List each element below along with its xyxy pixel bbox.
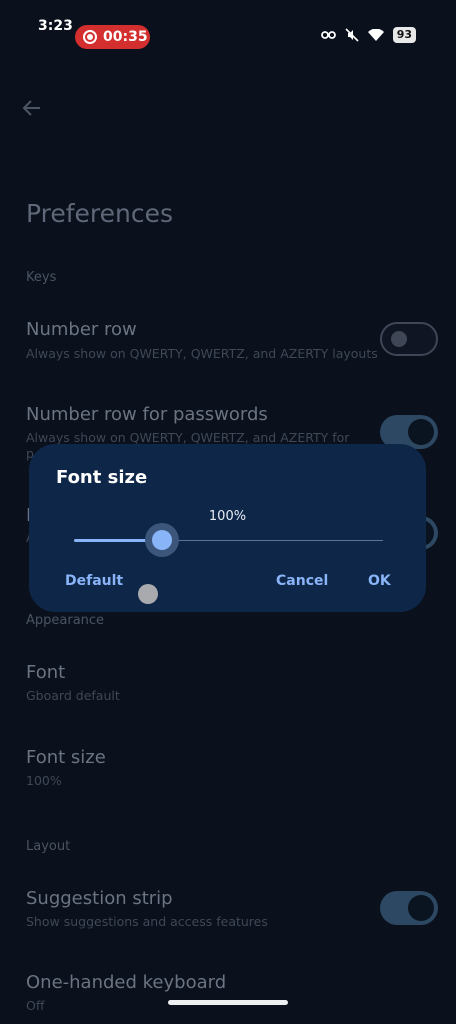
one-handed-subtitle: Off bbox=[26, 998, 45, 1013]
battery-icon: 93 bbox=[392, 27, 416, 43]
one-handed-title[interactable]: One-handed keyboard bbox=[26, 972, 226, 993]
font-title[interactable]: Font bbox=[26, 662, 65, 683]
default-button[interactable]: Default bbox=[65, 573, 123, 589]
screen-recording-indicator[interactable]: 00:35 bbox=[75, 25, 150, 49]
dialog-title: Font size bbox=[56, 467, 148, 488]
back-button[interactable] bbox=[22, 98, 42, 122]
number-row-toggle[interactable] bbox=[380, 322, 438, 356]
number-row-subtitle: Always show on QWERTY, QWERTZ, and AZERT… bbox=[26, 346, 378, 361]
font-size-title[interactable]: Font size bbox=[26, 747, 106, 768]
section-keys: Keys bbox=[26, 270, 57, 285]
recording-timer: 00:35 bbox=[103, 29, 148, 45]
slider-thumb[interactable] bbox=[152, 530, 172, 550]
suggestion-strip-title[interactable]: Suggestion strip bbox=[26, 888, 173, 909]
number-row-passwords-title[interactable]: Number row for passwords bbox=[26, 404, 268, 425]
touch-indicator bbox=[138, 584, 158, 604]
page-title: Preferences bbox=[26, 199, 174, 228]
status-icons: 93 bbox=[320, 27, 416, 43]
slider-value-label: 100% bbox=[208, 509, 247, 524]
font-size-dialog: Font size 100% Default Cancel OK bbox=[29, 444, 426, 612]
slider-track-inactive[interactable] bbox=[162, 540, 383, 541]
wifi-icon bbox=[367, 29, 384, 41]
cancel-button[interactable]: Cancel bbox=[276, 573, 328, 589]
mute-icon bbox=[345, 28, 359, 42]
suggestion-strip-toggle[interactable] bbox=[380, 891, 438, 925]
number-row-passwords-subtitle: Always show on QWERTY, QWERTZ, and AZERT… bbox=[26, 430, 350, 445]
record-icon bbox=[83, 30, 97, 44]
section-layout: Layout bbox=[26, 839, 71, 854]
home-indicator[interactable] bbox=[168, 1000, 288, 1005]
number-row-title[interactable]: Number row bbox=[26, 319, 137, 340]
status-time: 3:23 bbox=[38, 18, 73, 34]
arrow-left-icon bbox=[22, 100, 40, 116]
ok-button[interactable]: OK bbox=[368, 573, 391, 589]
font-subtitle: Gboard default bbox=[26, 688, 120, 703]
link-icon bbox=[320, 31, 336, 39]
section-appearance: Appearance bbox=[26, 613, 105, 628]
font-size-subtitle: 100% bbox=[26, 773, 62, 788]
suggestion-strip-subtitle: Show suggestions and access features bbox=[26, 914, 268, 929]
